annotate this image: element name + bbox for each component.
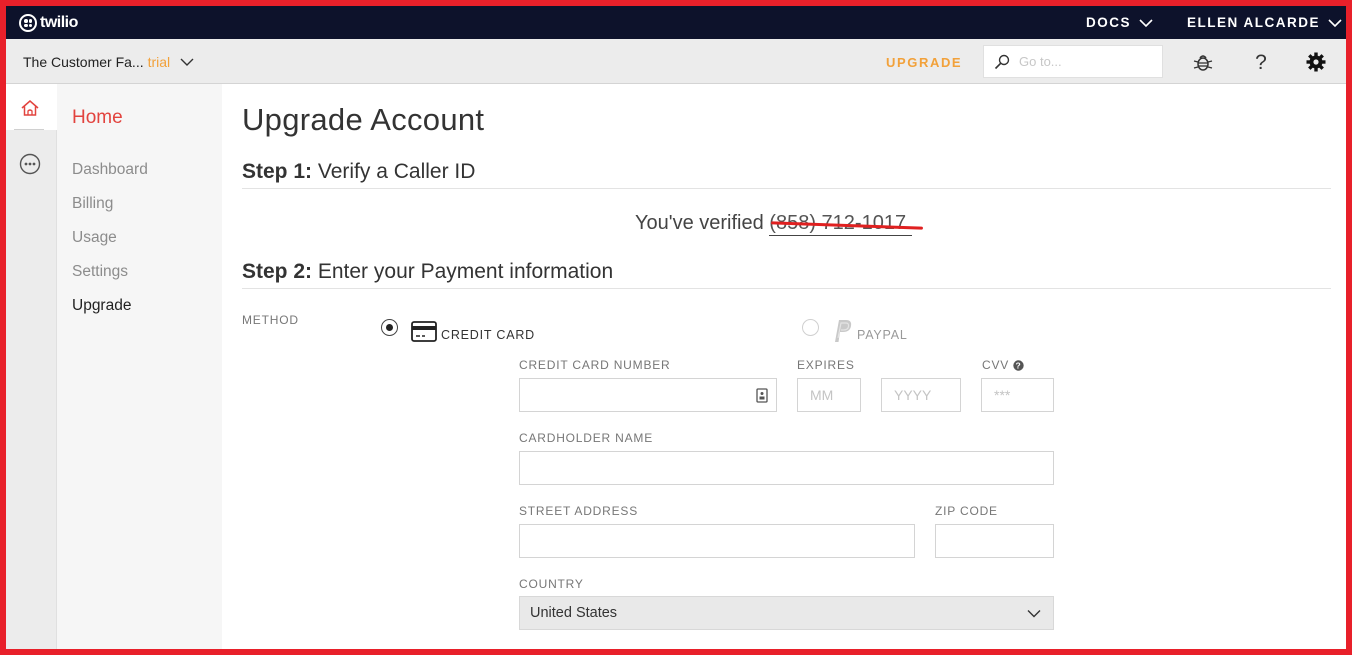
app-window: twilio DOCS ELLEN ALCARDE The Customer F… <box>6 6 1346 649</box>
divider <box>242 288 1331 289</box>
expires-label: EXPIRES <box>797 358 855 372</box>
docs-label: DOCS <box>1086 15 1132 30</box>
twilio-logo[interactable]: twilio <box>19 13 78 33</box>
credit-card-label[interactable]: CREDIT CARD <box>441 328 535 342</box>
cvv-label-group: CVV ? <box>982 358 1024 372</box>
sidenav-item-billing[interactable]: Billing <box>72 195 113 213</box>
account-bar: The Customer Fa... trial UPGRADE ? <box>6 39 1346 84</box>
cardholder-input[interactable] <box>520 452 1053 484</box>
zip-field[interactable] <box>935 524 1054 558</box>
step1-prefix: Step 1: <box>242 160 313 183</box>
step2-heading: Step 2: Enter your Payment information <box>242 260 613 284</box>
cardholder-label: CARDHOLDER NAME <box>519 431 654 445</box>
docs-menu[interactable]: DOCS <box>1086 15 1153 30</box>
credit-card-radio[interactable] <box>381 319 398 336</box>
main-content: Upgrade Account Step 1: Verify a Caller … <box>242 84 1332 649</box>
verified-text: You've verified <box>635 212 764 234</box>
search-box[interactable] <box>983 45 1163 78</box>
expiry-month-input[interactable] <box>798 379 860 411</box>
card-number-input[interactable] <box>520 379 776 411</box>
account-switcher[interactable]: The Customer Fa... trial <box>23 54 194 70</box>
country-label: COUNTRY <box>519 577 584 591</box>
expiry-month-field[interactable] <box>797 378 861 412</box>
top-bar: twilio DOCS ELLEN ALCARDE <box>6 6 1346 39</box>
account-name: The Customer Fa... <box>23 54 144 70</box>
side-nav: Home Dashboard Billing Usage Settings Up… <box>57 84 222 649</box>
svg-text:?: ? <box>1016 360 1022 370</box>
country-value: United States <box>530 605 618 621</box>
country-select[interactable]: United States <box>519 596 1054 630</box>
user-menu[interactable]: ELLEN ALCARDE <box>1187 15 1342 30</box>
street-label: STREET ADDRESS <box>519 504 639 518</box>
twilio-logo-icon <box>19 14 37 32</box>
chevron-down-icon <box>1139 18 1153 27</box>
street-input[interactable] <box>520 525 914 557</box>
search-icon <box>994 54 1010 69</box>
chevron-down-icon <box>1328 18 1342 27</box>
sidenav-item-upgrade[interactable]: Upgrade <box>72 297 131 315</box>
divider <box>242 188 1331 189</box>
page-title: Upgrade Account <box>242 102 485 137</box>
cvv-input[interactable] <box>982 379 1053 411</box>
credit-card-icon <box>411 321 437 342</box>
method-label: METHOD <box>242 313 299 327</box>
step2-text: Enter your Payment information <box>317 260 614 283</box>
paypal-label[interactable]: PAYPAL <box>857 328 908 342</box>
card-number-label: CREDIT CARD NUMBER <box>519 358 671 372</box>
zip-label: ZIP CODE <box>935 504 998 518</box>
paypal-radio[interactable] <box>802 319 819 336</box>
svg-text:?: ? <box>1255 51 1267 73</box>
bug-icon[interactable] <box>1192 51 1214 73</box>
home-icon <box>21 100 39 116</box>
street-field[interactable] <box>519 524 915 558</box>
expiry-year-input[interactable] <box>882 379 960 411</box>
help-icon[interactable]: ? <box>1250 51 1272 73</box>
sidenav-item-settings[interactable]: Settings <box>72 263 128 281</box>
help-circle-icon[interactable]: ? <box>1013 359 1024 371</box>
paypal-icon <box>835 320 852 342</box>
user-name: ELLEN ALCARDE <box>1187 15 1320 30</box>
step2-prefix: Step 2: <box>242 260 313 283</box>
chevron-down-icon <box>180 58 194 66</box>
search-input[interactable] <box>1019 54 1149 69</box>
upgrade-link[interactable]: UPGRADE <box>886 55 962 70</box>
logo-text: twilio <box>40 14 78 31</box>
verified-number: (858) 712-1017. <box>769 212 912 236</box>
rail-home-button[interactable] <box>6 84 57 130</box>
cvv-label: CVV <box>982 358 1010 372</box>
trial-badge: trial <box>147 54 171 70</box>
cvv-field[interactable] <box>981 378 1054 412</box>
verified-message: You've verified (858) 712-1017. <box>635 212 912 236</box>
sidenav-item-dashboard[interactable]: Dashboard <box>72 161 148 179</box>
left-rail <box>6 84 57 649</box>
sidenav-item-usage[interactable]: Usage <box>72 229 117 247</box>
cardholder-field[interactable] <box>519 451 1054 485</box>
zip-input[interactable] <box>936 525 1053 557</box>
step1-heading: Step 1: Verify a Caller ID <box>242 160 475 184</box>
more-icon[interactable] <box>19 153 41 175</box>
card-number-field[interactable] <box>519 378 777 412</box>
card-autofill-icon[interactable] <box>756 388 768 403</box>
sidenav-home[interactable]: Home <box>72 107 123 129</box>
expiry-year-field[interactable] <box>881 378 961 412</box>
chevron-down-icon <box>1027 609 1041 617</box>
gear-icon[interactable] <box>1305 51 1327 73</box>
step1-text: Verify a Caller ID <box>317 160 476 183</box>
